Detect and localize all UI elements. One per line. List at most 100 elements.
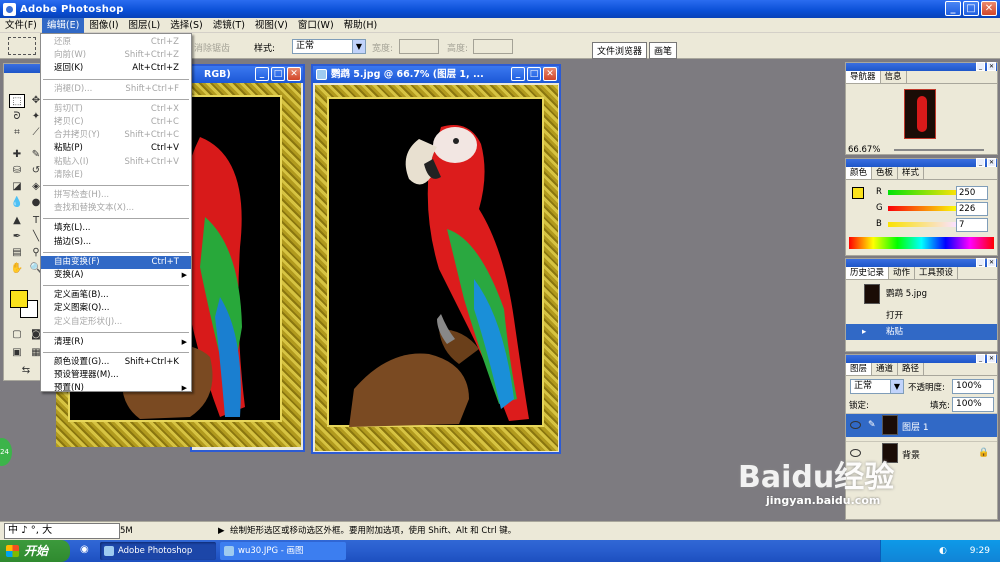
- rect-marquee-tool-icon[interactable]: ⬚: [9, 94, 25, 108]
- edit-menu-item[interactable]: 返回(K) Alt+Ctrl+Z: [41, 62, 191, 75]
- task-photoshop[interactable]: Adobe Photoshop: [100, 542, 216, 560]
- b-value-input[interactable]: 7: [956, 218, 988, 232]
- task-paint[interactable]: wu30.JPG - 画图: [220, 542, 346, 560]
- lasso-tool-icon[interactable]: ᘐ: [9, 110, 25, 124]
- slider-r[interactable]: R 250: [876, 186, 996, 200]
- tab-history[interactable]: 历史记录: [846, 267, 890, 279]
- panel-minimize-icon[interactable]: _: [976, 62, 985, 71]
- blur-tool-icon[interactable]: 💧: [9, 196, 25, 210]
- hand-tool-icon[interactable]: ✋: [9, 262, 25, 276]
- tab-navigator[interactable]: 导航器: [846, 71, 881, 83]
- width-field[interactable]: [399, 39, 439, 54]
- edit-menu-item[interactable]: 预置(N) ▶: [41, 382, 191, 395]
- tab-actions[interactable]: 动作: [889, 267, 916, 279]
- imageready-icon[interactable]: ⇆: [18, 364, 34, 378]
- doc-minimize-button[interactable]: _: [255, 67, 269, 81]
- tab-tool-presets[interactable]: 工具预设: [915, 267, 959, 279]
- stamp-tool-icon[interactable]: ⛁: [9, 164, 25, 178]
- navigator-zoom-value[interactable]: 66.67%: [848, 145, 880, 155]
- panel-close-icon[interactable]: ✕: [987, 62, 996, 71]
- menu-edit[interactable]: 编辑(E): [41, 17, 85, 33]
- edit-menu-item[interactable]: 定义画笔(B)...: [41, 289, 191, 302]
- edit-menu-item[interactable]: 颜色设置(G)... Shift+Ctrl+K: [41, 356, 191, 369]
- edit-menu-item[interactable]: 定义自定形状(J)...: [41, 316, 191, 329]
- edit-menu-item[interactable]: 查找和替换文本(X)...: [41, 202, 191, 215]
- doc-minimize-button[interactable]: _: [511, 67, 525, 81]
- pen-tool-icon[interactable]: ✒: [9, 230, 25, 244]
- edit-menu-item[interactable]: 消褪(D)... Shift+Ctrl+F: [41, 83, 191, 96]
- history-step-paste[interactable]: ▸ 粘贴: [846, 324, 997, 340]
- edit-menu-item[interactable]: 合并拷贝(Y) Shift+Ctrl+C: [41, 129, 191, 142]
- edit-menu-item[interactable]: 清理(R) ▶: [41, 336, 191, 349]
- eraser-tool-icon[interactable]: ◪: [9, 180, 25, 194]
- edit-menu-item[interactable]: 自由变换(F) Ctrl+T: [41, 255, 191, 269]
- notes-tool-icon[interactable]: ▤: [9, 246, 25, 260]
- menu-window[interactable]: 窗口(W): [293, 18, 339, 33]
- menu-view[interactable]: 视图(V): [250, 18, 293, 33]
- tab-swatches[interactable]: 色板: [872, 167, 899, 179]
- doc-maximize-button[interactable]: □: [527, 67, 541, 81]
- slider-b[interactable]: B 7: [876, 218, 996, 232]
- edit-menu-item[interactable]: 变换(A) ▶: [41, 269, 191, 282]
- menu-help[interactable]: 帮助(H): [339, 18, 383, 33]
- edit-menu-item[interactable]: 向前(W) Shift+Ctrl+Z: [41, 49, 191, 62]
- maximize-button[interactable]: □: [963, 1, 979, 16]
- tab-layers[interactable]: 图层: [846, 363, 873, 375]
- file-browser-tab[interactable]: 文件浏览器: [592, 42, 648, 59]
- edit-menu-item[interactable]: 粘贴(P) Ctrl+V: [41, 142, 191, 155]
- path-select-tool-icon[interactable]: ▲: [9, 214, 25, 228]
- panel-minimize-icon[interactable]: _: [976, 258, 985, 267]
- visibility-eye-icon[interactable]: [850, 421, 861, 429]
- r-value-input[interactable]: 250: [956, 186, 988, 200]
- g-value-input[interactable]: 226: [956, 202, 988, 216]
- blend-mode-select[interactable]: 正常 ▼: [850, 379, 904, 394]
- start-button[interactable]: 开始: [0, 540, 70, 562]
- crop-tool-icon[interactable]: ⌗: [9, 126, 25, 140]
- edit-menu-item[interactable]: 拼写检查(H)...: [41, 189, 191, 202]
- tab-styles[interactable]: 样式: [898, 167, 925, 179]
- panel-close-icon[interactable]: ✕: [987, 354, 996, 363]
- color-fg-swatch[interactable]: [852, 187, 864, 199]
- close-button[interactable]: ✕: [981, 1, 997, 16]
- doc-close-button[interactable]: ✕: [543, 67, 557, 81]
- panel-close-icon[interactable]: ✕: [987, 258, 996, 267]
- slider-g[interactable]: G 226: [876, 202, 996, 216]
- foreground-color-swatch[interactable]: [10, 290, 28, 308]
- color-ramp[interactable]: [849, 237, 994, 249]
- history-snapshot[interactable]: 鹦鹉 5.jpg: [846, 283, 997, 305]
- marquee-preset-picker[interactable]: [8, 37, 36, 55]
- tab-channels[interactable]: 通道: [872, 363, 899, 375]
- tray-volume-icon[interactable]: ◐: [939, 540, 947, 562]
- menu-file[interactable]: 文件(F): [0, 18, 42, 33]
- opacity-input[interactable]: 100%: [952, 379, 994, 394]
- style-select[interactable]: 正常 ▼: [292, 39, 366, 54]
- edit-menu-item[interactable]: 粘贴入(I) Shift+Ctrl+V: [41, 156, 191, 169]
- edit-menu-item[interactable]: 填充(L)...: [41, 222, 191, 235]
- menu-select[interactable]: 选择(S): [165, 18, 207, 33]
- document-window-right[interactable]: 鹦鹉 5.jpg @ 66.7% (图层 1, ... _ □ ✕: [311, 64, 561, 454]
- brushes-tab[interactable]: 画笔: [649, 42, 678, 59]
- tab-info[interactable]: 信息: [881, 71, 907, 83]
- tab-paths[interactable]: 路径: [898, 363, 925, 375]
- menu-image[interactable]: 图像(I): [84, 18, 123, 33]
- ime-toolbar[interactable]: 中 ♪ °, 大: [4, 523, 120, 539]
- edit-menu-item[interactable]: 剪切(T) Ctrl+X: [41, 103, 191, 116]
- edit-menu-item[interactable]: 预设管理器(M)...: [41, 369, 191, 382]
- navigator-zoom-slider[interactable]: [894, 149, 984, 151]
- menu-filter[interactable]: 滤镜(T): [208, 18, 250, 33]
- edit-menu-item[interactable]: 拷贝(C) Ctrl+C: [41, 116, 191, 129]
- edit-menu-item[interactable]: 描边(S)...: [41, 236, 191, 249]
- edit-menu-item[interactable]: 定义图案(Q)...: [41, 302, 191, 315]
- doc-maximize-button[interactable]: □: [271, 67, 285, 81]
- navigator-thumbnail[interactable]: [904, 89, 936, 139]
- quicklaunch-ie-icon[interactable]: ◉: [80, 544, 89, 555]
- standard-mode-icon[interactable]: ▢: [9, 328, 25, 342]
- history-step-open[interactable]: 打开: [846, 308, 997, 324]
- visibility-eye-icon[interactable]: [850, 449, 861, 457]
- healing-brush-tool-icon[interactable]: ✚: [9, 148, 25, 162]
- fill-input[interactable]: 100%: [952, 397, 994, 412]
- screen-mode-icon[interactable]: ▣: [9, 346, 25, 360]
- layer-row-layer1[interactable]: ✎ 图层 1: [846, 413, 997, 437]
- doc-close-button[interactable]: ✕: [287, 67, 301, 81]
- panel-minimize-icon[interactable]: _: [976, 158, 985, 167]
